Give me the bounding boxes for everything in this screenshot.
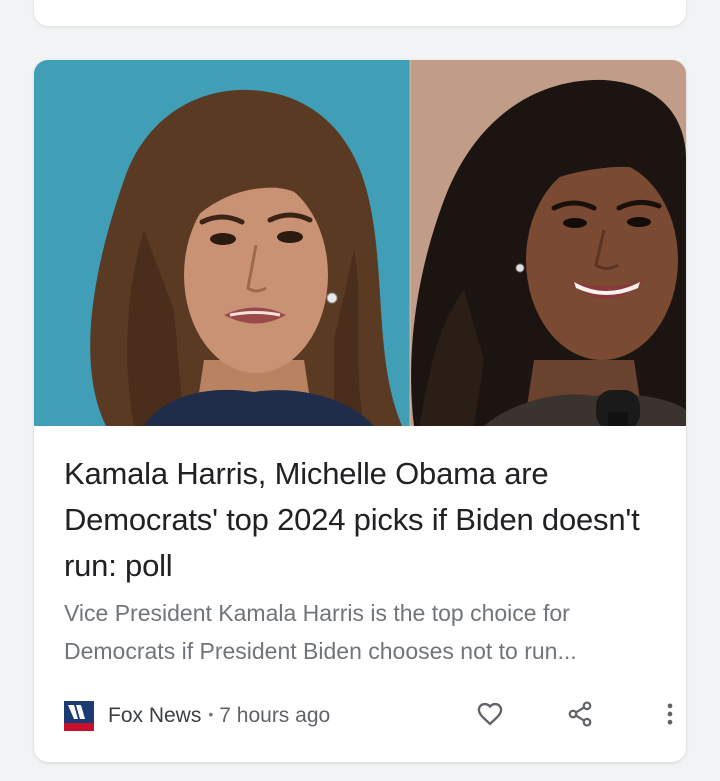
previous-news-card[interactable] <box>34 0 686 26</box>
source-label: Fox News • 7 hours ago <box>108 704 330 728</box>
news-card[interactable]: Kamala Harris, Michelle Obama are Democr… <box>34 60 686 762</box>
source-name: Fox News <box>108 704 202 727</box>
article-snippet: Vice President Kamala Harris is the top … <box>64 600 577 664</box>
article-headline[interactable]: Kamala Harris, Michelle Obama are Democr… <box>64 451 664 589</box>
share-button[interactable] <box>562 698 598 734</box>
right-person-face <box>526 160 678 360</box>
fox-news-logo-icon <box>64 701 94 731</box>
more-vert-icon <box>656 700 684 733</box>
more-options-button[interactable] <box>652 698 686 734</box>
article-image[interactable] <box>34 60 686 426</box>
publish-time: 7 hours ago <box>219 704 331 727</box>
heart-icon <box>476 700 504 733</box>
article-footer: Fox News • 7 hours ago <box>64 696 673 736</box>
share-icon <box>566 700 594 733</box>
like-button[interactable] <box>472 698 508 734</box>
meta-separator: • <box>208 706 214 722</box>
